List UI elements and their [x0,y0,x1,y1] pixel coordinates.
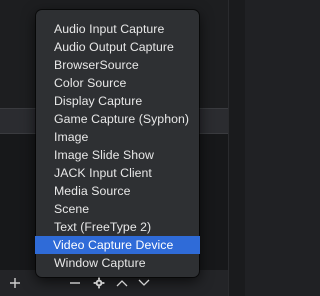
add-icon [9,277,21,289]
add-source-button[interactable] [4,270,26,296]
menu-item-audio-output-capture[interactable]: Audio Output Capture [36,38,199,56]
gear-icon [93,277,105,289]
menu-item-game-capture-syphon[interactable]: Game Capture (Syphon) [36,110,199,128]
menu-item-scene[interactable]: Scene [36,200,199,218]
menu-item-image[interactable]: Image [36,128,199,146]
menu-item-text-freetype-2[interactable]: Text (FreeType 2) [36,218,199,236]
menu-item-image-slide-show[interactable]: Image Slide Show [36,146,199,164]
menu-item-jack-input-client[interactable]: JACK Input Client [36,164,199,182]
add-source-menu: Audio Input Capture Audio Output Capture… [35,10,200,277]
menu-item-browser-source[interactable]: BrowserSource [36,56,199,74]
chevron-up-icon [116,279,128,287]
panel-divider [228,0,245,296]
menu-item-color-source[interactable]: Color Source [36,74,199,92]
remove-source-button[interactable] [62,270,88,296]
menu-item-display-capture[interactable]: Display Capture [36,92,199,110]
move-source-up-button[interactable] [112,270,132,296]
menu-item-audio-input-capture[interactable]: Audio Input Capture [36,20,199,38]
remove-icon [69,277,81,289]
menu-item-media-source[interactable]: Media Source [36,182,199,200]
move-source-down-button[interactable] [134,270,154,296]
menu-item-video-capture-device[interactable]: Video Capture Device [35,236,200,254]
source-properties-button[interactable] [88,270,110,296]
chevron-down-icon [138,279,150,287]
